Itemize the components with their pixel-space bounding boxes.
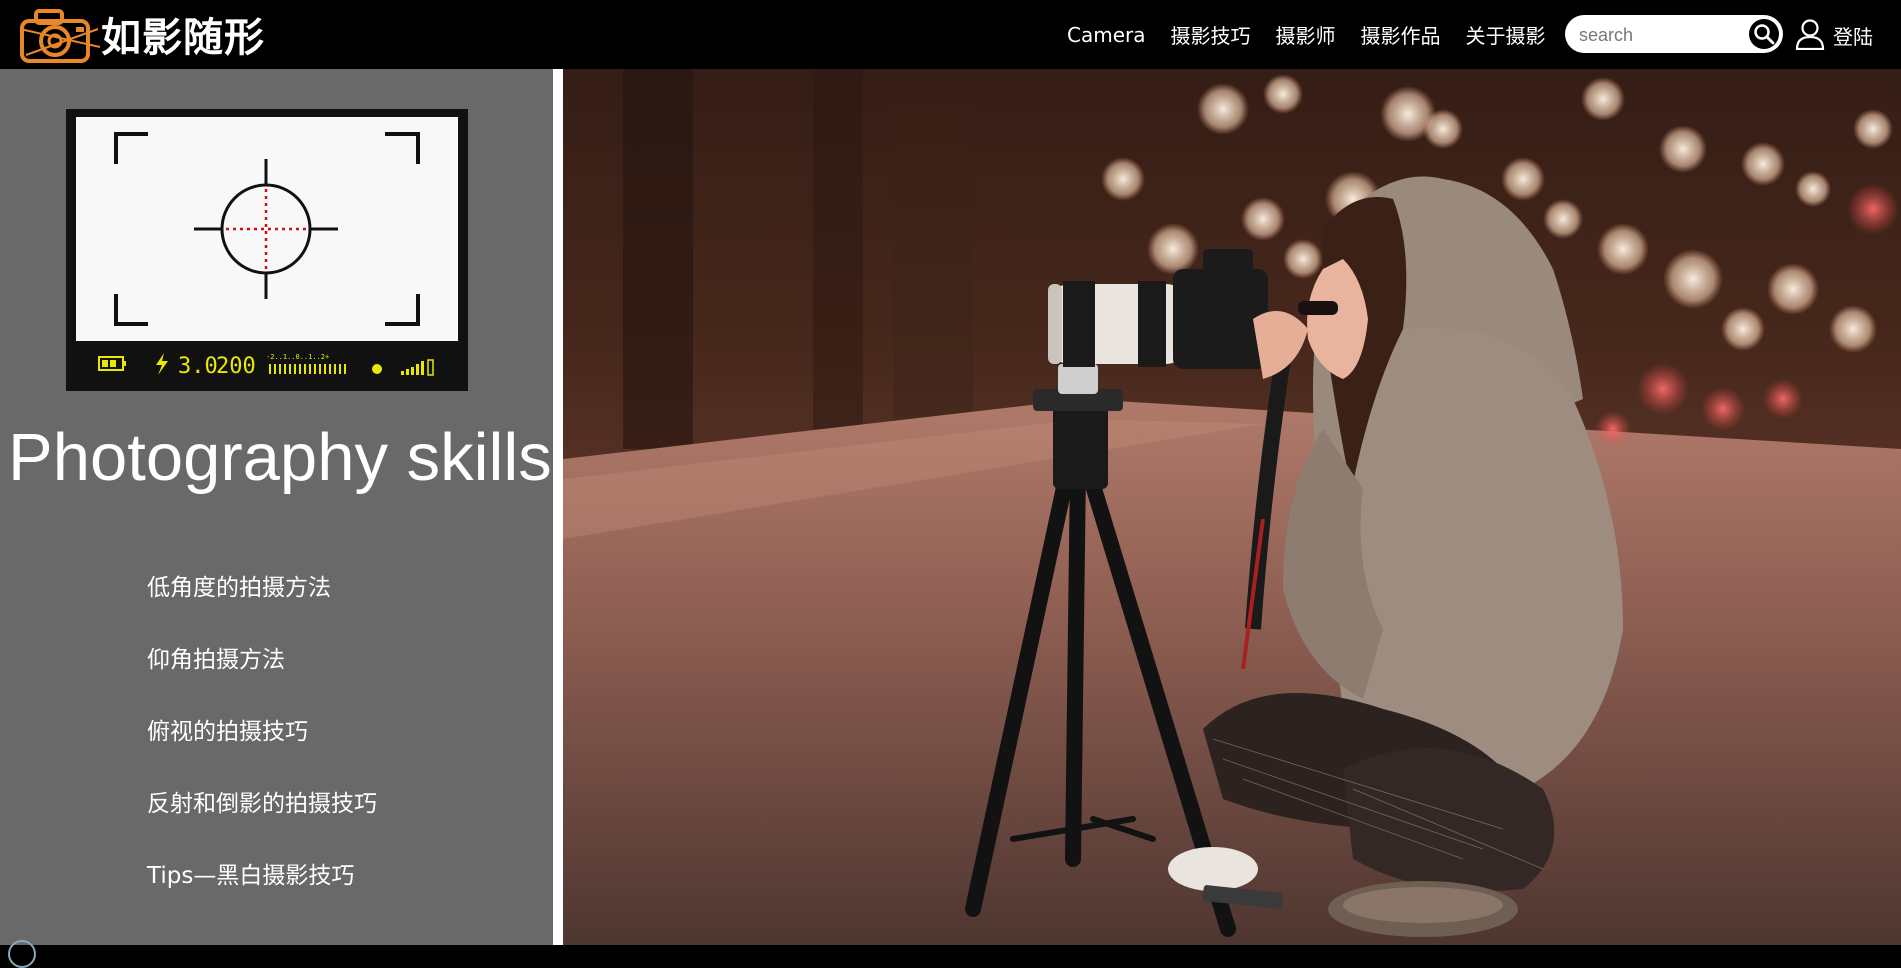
user-icon[interactable]	[1795, 18, 1825, 50]
search-box	[1565, 15, 1783, 53]
skills-list: 低角度的拍摄方法 仰角拍摄方法 俯视的拍摄技巧 反射和倒影的拍摄技巧 Tips—…	[147, 552, 377, 912]
skill-item-low-angle[interactable]: 低角度的拍摄方法	[147, 552, 377, 624]
search-button[interactable]	[1749, 19, 1779, 49]
nav-photo-skills[interactable]: 摄影技巧	[1171, 20, 1251, 49]
scroll-top-button[interactable]	[8, 940, 36, 968]
login-link[interactable]: 登陆	[1833, 21, 1873, 50]
nav-about-photography[interactable]: 关于摄影	[1466, 20, 1546, 49]
sidebar-divider	[553, 69, 563, 945]
skill-item-black-white-tips[interactable]: Tips—黑白摄影技巧	[147, 840, 377, 912]
camera-viewfinder-icon: 3.0 200 -2..1..0..1..2+	[66, 109, 468, 391]
sidebar-title: Photography skills	[8, 420, 552, 495]
nav-photo-works[interactable]: 摄影作品	[1361, 20, 1441, 49]
lcd-aperture-value: 3.0	[178, 354, 218, 379]
sidebar: 3.0 200 -2..1..0..1..2+ Photography skil…	[0, 69, 553, 968]
camera-logo-icon[interactable]	[20, 7, 100, 65]
lcd-shutter-value: 200	[216, 354, 256, 379]
nav-camera[interactable]: Camera	[1067, 23, 1146, 47]
top-navbar: 如影随形 Camera 摄影技巧 摄影师 摄影作品 关于摄影 登陆	[0, 0, 1901, 69]
search-icon	[1754, 24, 1775, 45]
nav-photographers[interactable]: 摄影师	[1276, 20, 1336, 49]
skill-item-reflection[interactable]: 反射和倒影的拍摄技巧	[147, 768, 377, 840]
site-brand-title[interactable]: 如影随形	[101, 12, 265, 64]
search-input[interactable]	[1577, 22, 1741, 48]
hero-photo	[563, 69, 1901, 945]
photographer-scene-image	[563, 69, 1901, 945]
main-nav: Camera 摄影技巧 摄影师 摄影作品 关于摄影	[1067, 0, 1571, 69]
skill-item-overhead[interactable]: 俯视的拍摄技巧	[147, 696, 377, 768]
skill-item-upward-angle[interactable]: 仰角拍摄方法	[147, 624, 377, 696]
lcd-exposure-scale: -2..1..0..1..2+	[266, 353, 329, 361]
